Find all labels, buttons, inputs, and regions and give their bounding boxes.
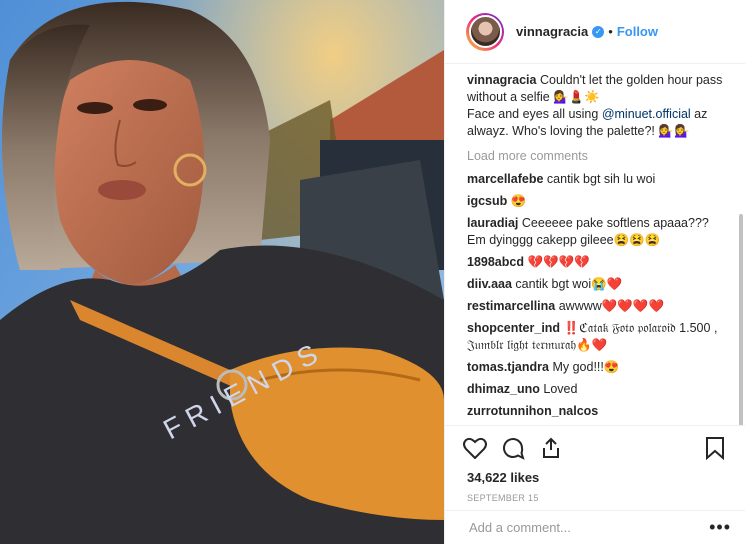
comment-text: cantik bgt sih lu woi: [546, 172, 656, 186]
share-icon[interactable]: [537, 434, 565, 462]
comment-item: lauradiaj Ceeeeee pake softlens apaaa???…: [467, 215, 729, 249]
comment-username[interactable]: zurrotunnihon_nalcos: [467, 404, 598, 418]
comment-item: tomas.tjandra My god!!!😍: [467, 359, 729, 376]
comment-item: zurrotunnihon_nalcos: [467, 403, 729, 420]
username-link[interactable]: vinnagracia: [516, 24, 588, 39]
likes-count[interactable]: 34,622 likes: [461, 470, 729, 485]
comment-item: shopcenter_ind ‼️ℭ𝔞𝔱𝔞𝔨 𝔉𝔬𝔱𝔬 𝔭𝔬𝔩𝔞𝔯𝔬𝔦𝔡 1.5…: [467, 320, 729, 354]
selfie-image: F R I E N D S: [0, 0, 444, 544]
more-options-icon[interactable]: •••: [709, 517, 731, 538]
avatar-image: [468, 15, 502, 48]
bookmark-icon[interactable]: [701, 434, 729, 462]
comment-username[interactable]: restimarcellina: [467, 299, 555, 313]
comment-username[interactable]: diiv.aaa: [467, 277, 512, 291]
separator-dot: •: [608, 24, 613, 39]
load-more-comments-button[interactable]: Load more comments: [467, 148, 729, 165]
comment-text: cantik bgt woi😭❤️: [515, 277, 623, 291]
post-header: vinnagracia ✓ • Follow: [445, 0, 745, 64]
comments-list[interactable]: vinnagracia Couldn't let the golden hour…: [445, 64, 745, 425]
comment-item: 1898abcd 💔💔💔💔: [467, 254, 729, 271]
comment-icon[interactable]: [499, 434, 527, 462]
comment-text: Loved: [543, 382, 578, 396]
comment-username[interactable]: marcellafebe: [467, 172, 543, 186]
add-comment-input[interactable]: [467, 519, 710, 536]
heart-icon[interactable]: [461, 434, 489, 462]
comment-username[interactable]: lauradiaj: [467, 216, 518, 230]
verified-badge-icon: ✓: [592, 25, 605, 38]
comment-username[interactable]: tomas.tjandra: [467, 360, 549, 374]
comments-scrollbar[interactable]: [739, 214, 743, 425]
comment-text: My god!!!😍: [552, 360, 620, 374]
post-caption: vinnagracia Couldn't let the golden hour…: [467, 72, 729, 140]
comment-username[interactable]: igcsub: [467, 194, 507, 208]
follow-button[interactable]: Follow: [617, 24, 658, 39]
add-comment-bar: •••: [445, 510, 745, 544]
post-date[interactable]: SEPTEMBER 15: [461, 493, 729, 503]
comment-text: 😍: [510, 194, 527, 208]
avatar[interactable]: [466, 12, 504, 51]
comment-item: dhimaz_uno Loved: [467, 381, 729, 398]
comment-item: marcellafebe cantik bgt sih lu woi: [467, 171, 729, 188]
comment-username[interactable]: dhimaz_uno: [467, 382, 540, 396]
post-photo[interactable]: F R I E N D S: [0, 0, 444, 544]
comment-username[interactable]: shopcenter_ind: [467, 321, 560, 335]
comment-text: 💔💔💔💔: [527, 255, 590, 269]
caption-mention-link[interactable]: @minuet.official: [602, 107, 691, 121]
comment-item: diiv.aaa cantik bgt woi😭❤️: [467, 276, 729, 293]
comment-item: restimarcellina awwww❤️❤️❤️❤️: [467, 298, 729, 315]
post-side-panel: vinnagracia ✓ • Follow vinnagracia Could…: [444, 0, 745, 544]
comment-item: igcsub 😍: [467, 193, 729, 210]
post-actions: 34,622 likes SEPTEMBER 15: [445, 425, 745, 503]
caption-text-line2-pre: Face and eyes all using: [467, 107, 602, 121]
comment-text: awwww❤️❤️❤️❤️: [558, 299, 665, 313]
caption-username[interactable]: vinnagracia: [467, 73, 536, 87]
action-icons: [461, 432, 729, 464]
comment-username[interactable]: 1898abcd: [467, 255, 524, 269]
